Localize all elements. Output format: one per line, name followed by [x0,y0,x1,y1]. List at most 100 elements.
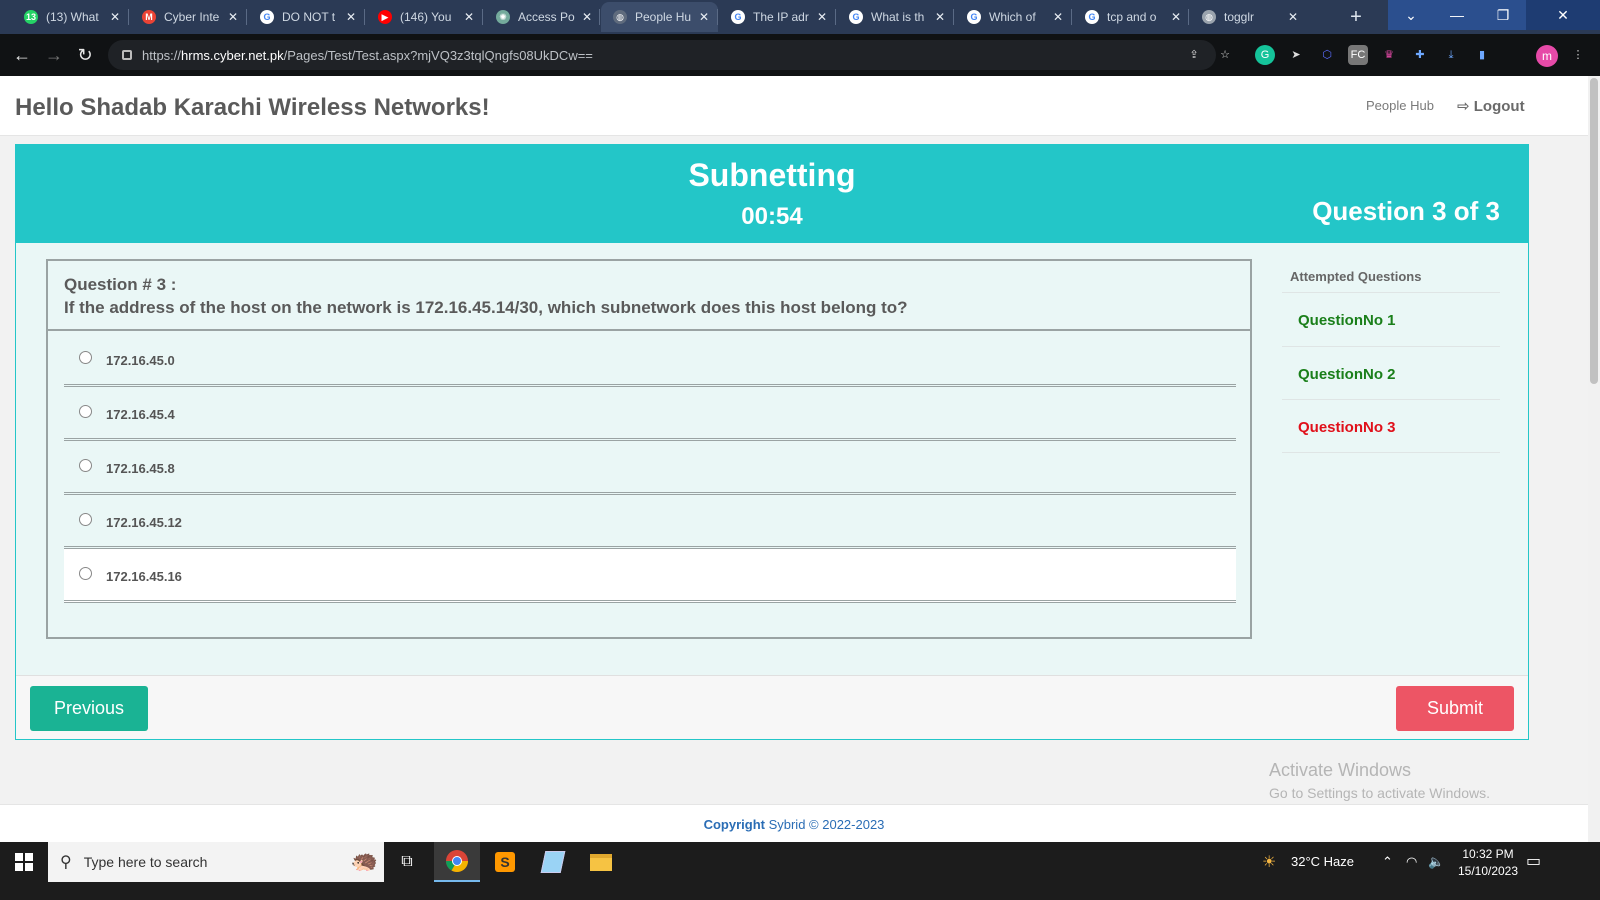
tray-chevron-up-icon[interactable]: ⌃ [1382,854,1393,870]
radio-button[interactable] [79,567,92,580]
task-view-icon[interactable]: ⧉ [384,842,430,882]
new-tab-button[interactable]: + [1343,4,1369,30]
share-icon[interactable]: ⇪ [1184,45,1204,65]
test-card: Subnetting 00:54 Question 3 of 3 Questio… [15,144,1529,740]
browser-menu-icon[interactable]: ⋮ [1568,45,1588,65]
google-icon: G [1085,10,1099,24]
hexagon-extension-icon[interactable]: ⬡ [1317,45,1337,65]
browser-tab[interactable]: G DO NOT t ✕ [248,2,365,32]
browser-tab-label: DO NOT t [282,10,336,24]
weather-text[interactable]: 32°C Haze [1291,854,1354,869]
address-bar[interactable]: https://hrms.cyber.net.pk/Pages/Test/Tes… [108,40,1216,70]
restore-button[interactable]: ❐ [1480,0,1526,30]
tab-search-button[interactable]: ⌄ [1388,0,1434,30]
browser-tab[interactable]: 13 (13) What ✕ [12,2,129,32]
attempted-question-label: QuestionNo 3 [1298,419,1396,436]
url-text: https://hrms.cyber.net.pk/Pages/Test/Tes… [142,47,593,63]
scrollbar-thumb[interactable] [1590,78,1598,384]
answer-option-label: 172.16.45.0 [106,353,175,368]
browser-tab[interactable]: ▶ (146) You ✕ [366,2,483,32]
radio-button[interactable] [79,351,92,364]
chatgpt-icon: ✺ [496,10,510,24]
answer-option-label: 172.16.45.4 [106,407,175,422]
taskbar-search-box[interactable]: ⚲ Type here to search 🦔 [48,842,384,882]
bookmark-star-icon[interactable]: ☆ [1215,45,1235,65]
tab-close-icon[interactable]: ✕ [1168,10,1184,24]
attempted-question-link[interactable]: QuestionNo 1 [1282,292,1500,346]
sublime-text-taskbar-icon[interactable]: S [482,842,528,882]
tab-close-icon[interactable]: ✕ [107,10,123,24]
profile-avatar[interactable]: m [1536,45,1558,67]
attempted-question-label: QuestionNo 1 [1298,312,1396,329]
tab-close-icon[interactable]: ✕ [814,10,830,24]
browser-tab[interactable]: ◍ People Hu ✕ [601,2,718,32]
radio-button[interactable] [79,459,92,472]
taskbar-search-placeholder: Type here to search [83,854,208,870]
attempted-questions-title: Attempted Questions [1290,269,1422,284]
answer-option[interactable]: 172.16.45.16 [64,549,1236,603]
forward-icon[interactable]: → [42,43,66,67]
browser-tab[interactable]: G Which of ✕ [955,2,1072,32]
browser-tab[interactable]: ◍ togglr ✕ [1190,2,1307,32]
countdown-timer: 00:54 [741,203,803,230]
chrome-taskbar-icon[interactable] [434,842,480,882]
file-explorer-taskbar-icon[interactable] [578,842,624,882]
submit-button[interactable]: Submit [1396,686,1514,731]
hedgehog-search-art-icon: 🦔 [350,848,378,873]
test-title: Subnetting [688,157,856,193]
speaker-icon[interactable]: 🔈 [1428,854,1444,870]
attempted-question-link[interactable]: QuestionNo 2 [1282,346,1500,400]
tab-close-icon[interactable]: ✕ [1050,10,1066,24]
extensions-puzzle-icon[interactable]: ✚ [1410,45,1430,65]
browser-tab[interactable]: G The IP adr ✕ [719,2,836,32]
notifications-icon[interactable]: ▭ [1526,851,1541,871]
web-page: Hello Shadab Karachi Wireless Networks! … [0,76,1588,860]
browser-tab[interactable]: Gtcp and o ✕ [1073,2,1190,32]
tab-close-icon[interactable]: ✕ [932,10,948,24]
wifi-icon[interactable]: ◠ [1406,854,1417,870]
answer-option[interactable]: 172.16.45.12 [64,495,1236,549]
tab-separator [482,9,483,25]
page-scrollbar[interactable] [1588,76,1600,860]
attempted-question-link[interactable]: QuestionNo 3 [1282,399,1500,453]
google-icon: G [260,10,274,24]
question-counter: Question 3 of 3 [1312,196,1500,226]
browser-tab[interactable]: M Cyber Inte ✕ [130,2,247,32]
minimize-button[interactable]: — [1434,0,1480,30]
close-window-button[interactable]: ✕ [1526,0,1600,30]
tab-close-icon[interactable]: ✕ [461,10,477,24]
windows-start-icon[interactable] [0,842,48,882]
previous-button[interactable]: Previous [30,686,148,731]
answer-option[interactable]: 172.16.45.0 [64,333,1236,387]
youtube-icon: ▶ [378,10,392,24]
tab-close-icon[interactable]: ✕ [696,10,712,24]
notepad-taskbar-icon[interactable] [530,842,576,882]
side-panel-icon[interactable]: ▮ [1472,45,1492,65]
windows-taskbar: ⚲ Type here to search 🦔 ⧉ S ☀ 32°C Haze … [0,842,1600,900]
radio-button[interactable] [79,513,92,526]
tab-close-icon[interactable]: ✕ [1285,10,1301,24]
answer-option-label: 172.16.45.12 [106,515,182,530]
logout-link[interactable]: ⇨ Logout [1457,97,1525,115]
tab-close-icon[interactable]: ✕ [225,10,241,24]
cursor-extension-icon[interactable]: ➤ [1286,45,1306,65]
radio-button[interactable] [79,405,92,418]
browser-tab[interactable]: G What is th ✕ [837,2,954,32]
downloads-icon[interactable]: ⤓ [1441,45,1461,65]
grammarly-extension-icon[interactable]: G [1255,45,1275,65]
tab-close-icon[interactable]: ✕ [343,10,359,24]
taskbar-clock[interactable]: 10:32 PM 15/10/2023 [1446,846,1530,880]
crown-extension-icon[interactable]: ♛ [1379,45,1399,65]
clock-time: 10:32 PM [1462,847,1514,861]
browser-tab[interactable]: ✺ Access Po ✕ [484,2,601,32]
reload-icon[interactable]: ↻ [73,43,97,67]
gmail-icon: M [142,10,156,24]
activate-windows-watermark: Activate Windows [1269,760,1412,780]
fc-extension-icon[interactable]: FC [1348,45,1368,65]
answer-option[interactable]: 172.16.45.8 [64,441,1236,495]
tab-close-icon[interactable]: ✕ [579,10,595,24]
answer-option[interactable]: 172.16.45.4 [64,387,1236,441]
back-icon[interactable]: ← [10,43,34,67]
people-hub-link[interactable]: People Hub [1366,98,1434,113]
browser-tab-label: People Hu [635,10,692,24]
